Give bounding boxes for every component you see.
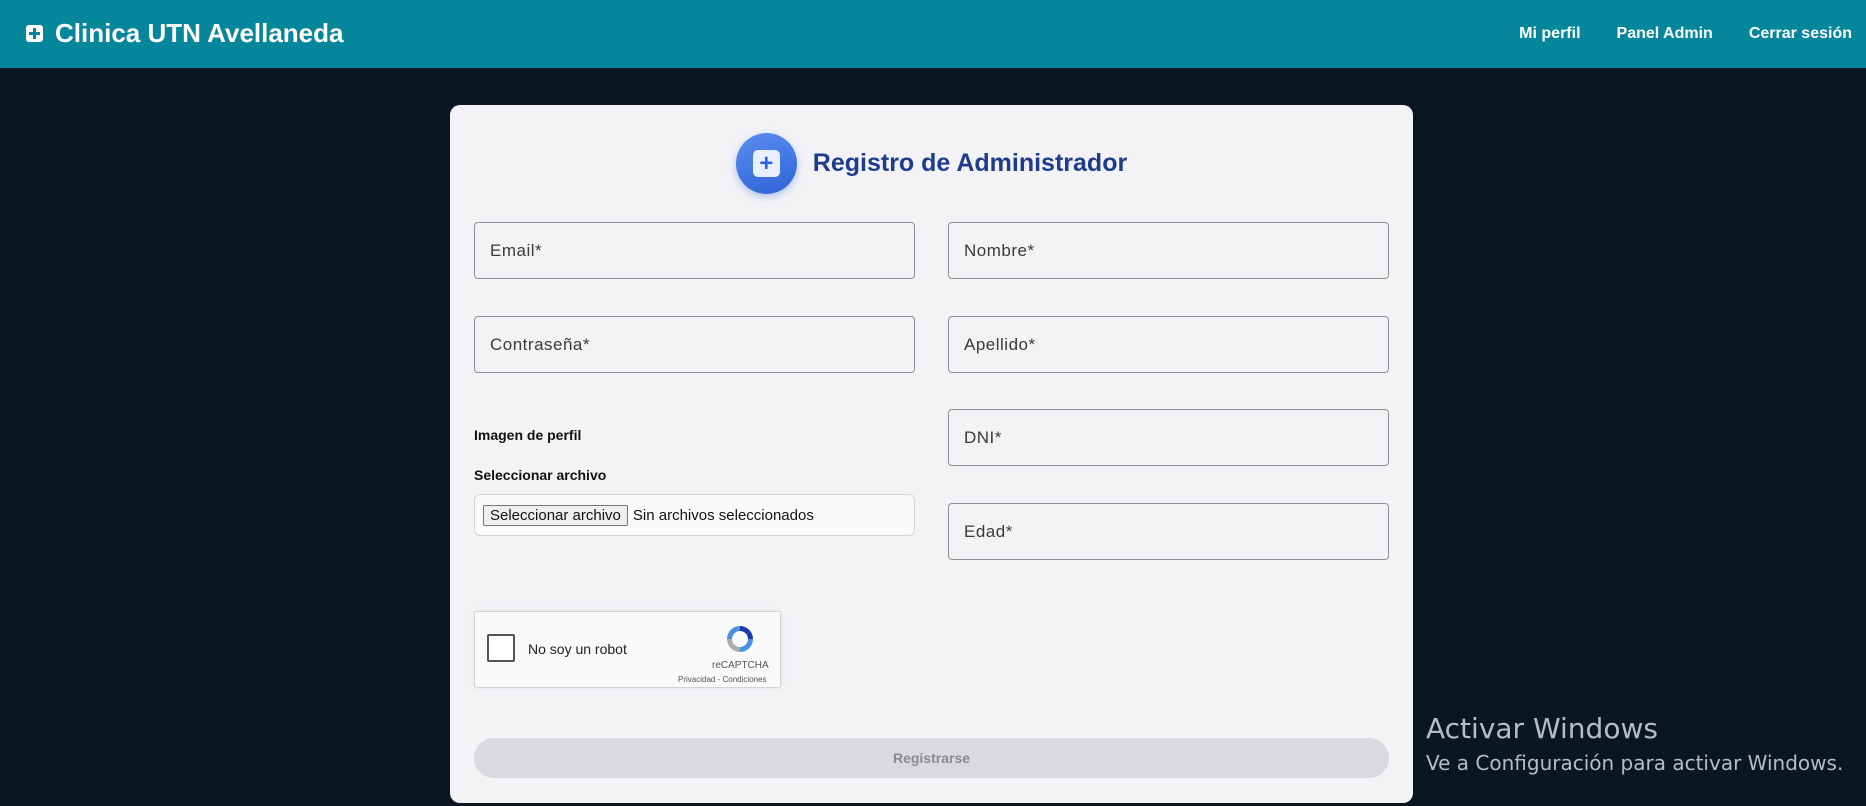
captcha-checkbox[interactable] bbox=[487, 634, 515, 662]
recaptcha-icon bbox=[727, 626, 753, 652]
card-header: + Registro de Administrador bbox=[450, 133, 1413, 194]
recaptcha-widget: No soy un robot reCAPTCHA Privacidad - C… bbox=[474, 611, 781, 688]
select-file-button[interactable]: Seleccionar archivo bbox=[483, 504, 628, 526]
file-input: Seleccionar archivo Sin archivos selecci… bbox=[474, 494, 915, 536]
nombre-placeholder: Nombre* bbox=[964, 240, 1035, 260]
windows-activation-title: Activar Windows bbox=[1426, 712, 1658, 745]
top-navbar: Clinica UTN Avellaneda Mi perfil Panel A… bbox=[0, 0, 1866, 68]
register-button[interactable]: Registrarse bbox=[474, 738, 1389, 778]
dni-field[interactable]: DNI* bbox=[948, 409, 1389, 466]
windows-activation-subtitle: Ve a Configuración para activar Windows. bbox=[1426, 751, 1844, 775]
nombre-field[interactable]: Nombre* bbox=[948, 222, 1389, 279]
dni-placeholder: DNI* bbox=[964, 427, 1002, 447]
file-status: Sin archivos seleccionados bbox=[632, 506, 814, 524]
logo-circle: + bbox=[735, 133, 797, 194]
plus-icon: + bbox=[752, 150, 780, 177]
nav-link-panel-admin[interactable]: Panel Admin bbox=[1617, 25, 1713, 43]
recaptcha-links[interactable]: Privacidad - Condiciones bbox=[678, 675, 767, 684]
recaptcha-brand: reCAPTCHA bbox=[712, 660, 769, 671]
email-field[interactable]: Email* bbox=[474, 222, 915, 279]
nav-links: Mi perfil Panel Admin Cerrar sesión bbox=[1519, 0, 1852, 68]
form-title: Registro de Administrador bbox=[812, 149, 1128, 177]
medical-cross-icon bbox=[26, 25, 43, 42]
nav-link-cerrar-sesion[interactable]: Cerrar sesión bbox=[1749, 25, 1852, 43]
captcha-label: No soy un robot bbox=[528, 641, 627, 657]
profile-image-label: Imagen de perfil bbox=[474, 427, 582, 443]
apellido-placeholder: Apellido* bbox=[964, 334, 1036, 354]
password-placeholder: Contraseña* bbox=[490, 334, 591, 354]
brand-title: Clinica UTN Avellaneda bbox=[55, 18, 344, 48]
registration-card: + Registro de Administrador Email* Nombr… bbox=[450, 105, 1413, 803]
brand-link[interactable]: Clinica UTN Avellaneda bbox=[26, 18, 344, 49]
nav-link-mi-perfil[interactable]: Mi perfil bbox=[1519, 25, 1580, 43]
edad-field[interactable]: Edad* bbox=[948, 503, 1389, 560]
email-placeholder: Email* bbox=[490, 240, 543, 260]
edad-placeholder: Edad* bbox=[964, 521, 1013, 541]
apellido-field[interactable]: Apellido* bbox=[948, 316, 1389, 373]
password-field[interactable]: Contraseña* bbox=[474, 316, 915, 373]
file-label: Seleccionar archivo bbox=[474, 467, 607, 483]
